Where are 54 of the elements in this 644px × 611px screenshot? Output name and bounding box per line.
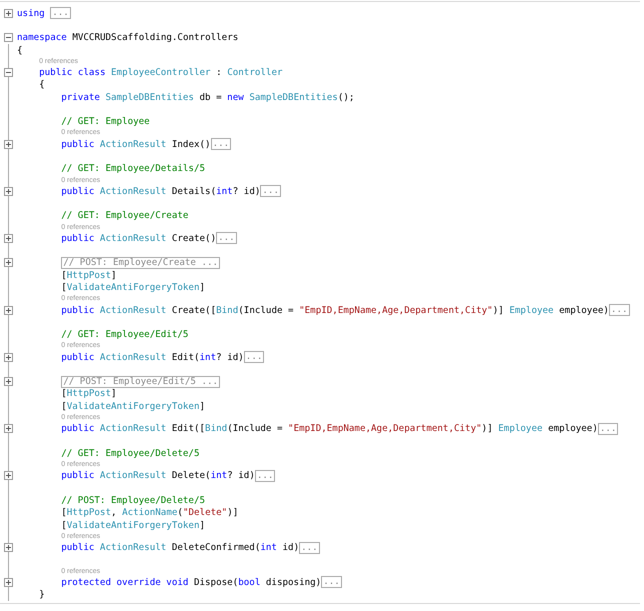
code-text: [ValidateAntiForgeryToken] [61, 282, 206, 294]
code-text: public ActionResult DeleteConfirmed(int id) [61, 542, 300, 554]
collapsed-code-box[interactable]: ... [321, 576, 342, 588]
code-text: [HttpPost] [61, 270, 117, 281]
collapsed-code-box[interactable]: ... [210, 138, 232, 150]
expand-icon[interactable] [4, 258, 13, 268]
code-text: [ValidateAntiForgeryToken] [61, 520, 206, 531]
code-text: public class EmployeeController : Controller [39, 67, 283, 78]
collapsed-code-box[interactable]: ... [598, 422, 618, 435]
code-text: using [17, 8, 46, 19]
collapsed-code-box[interactable]: ... [50, 7, 71, 20]
code-text: // GET: Employee/Details/5 [61, 163, 206, 174]
expand-icon[interactable] [4, 234, 13, 243]
code-text: public ActionResult Delete(int? id) [61, 470, 255, 482]
collapsed-code-box[interactable]: ... [254, 470, 276, 482]
expand-icon[interactable] [4, 471, 13, 480]
expand-icon[interactable] [4, 140, 13, 149]
code-text: public ActionResult Create() [61, 232, 216, 244]
code-text: private SampleDBEntities db = new SampleDBEntities(); [61, 92, 354, 103]
code-text: // GET: Employee/Edit/5 [61, 329, 188, 340]
collapse-icon[interactable] [4, 33, 13, 42]
code-text: // GET: Employee/Delete/5 [61, 448, 200, 459]
code-text: [HttpPost, ActionName("Delete")] [61, 507, 238, 518]
expand-icon[interactable] [4, 306, 13, 315]
collapsed-code-box[interactable]: ... [216, 232, 237, 244]
code-text: public ActionResult Edit(int? id) [61, 352, 244, 363]
expand-icon[interactable] [4, 578, 13, 587]
code-text: // GET: Employee/Create [61, 210, 188, 222]
code-text: public ActionResult Edit([Bind(Include = "EmpID,EmpName,Age,Department,City")] Employee employee) [61, 423, 598, 434]
collapsed-code-box[interactable]: ... [608, 304, 630, 316]
expand-icon[interactable] [4, 377, 13, 386]
code-text: // GET: Employee [61, 116, 150, 128]
collapse-icon[interactable] [4, 68, 13, 78]
expand-icon[interactable] [4, 8, 13, 18]
collapsed-code-box[interactable]: // POST: Employee/Create ... [61, 256, 220, 269]
code-text: namespace MVCCRUDScaffolding.Controllers [17, 32, 238, 44]
code-text: [ValidateAntiForgeryToken] [61, 400, 206, 412]
expand-icon[interactable] [4, 424, 13, 434]
expand-icon[interactable] [4, 352, 13, 362]
code-text: public ActionResult Details(int? id) [61, 186, 260, 197]
brace-text: { [39, 79, 45, 90]
collapsed-code-box[interactable]: // POST: Employee/Edit/5 ... [61, 376, 220, 388]
code-text: public ActionResult Create([Bind(Include = "EmpID,EmpName,Age,Department,City")] Employee employee) [61, 304, 609, 316]
collapsed-code-box[interactable]: ... [299, 542, 320, 554]
brace-text: } [39, 589, 45, 600]
collapsed-code-box[interactable]: ... [260, 185, 281, 198]
code-text: public ActionResult Index() [61, 138, 211, 150]
expand-icon[interactable] [4, 543, 13, 552]
code-text: [HttpPost] [61, 388, 117, 400]
code-text: protected override void Dispose(bool disposing) [61, 576, 322, 588]
expand-icon[interactable] [4, 186, 13, 196]
collapsed-code-box[interactable]: ... [244, 351, 264, 364]
code-text: // POST: Employee/Delete/5 [61, 494, 206, 506]
brace-text: { [17, 44, 23, 56]
